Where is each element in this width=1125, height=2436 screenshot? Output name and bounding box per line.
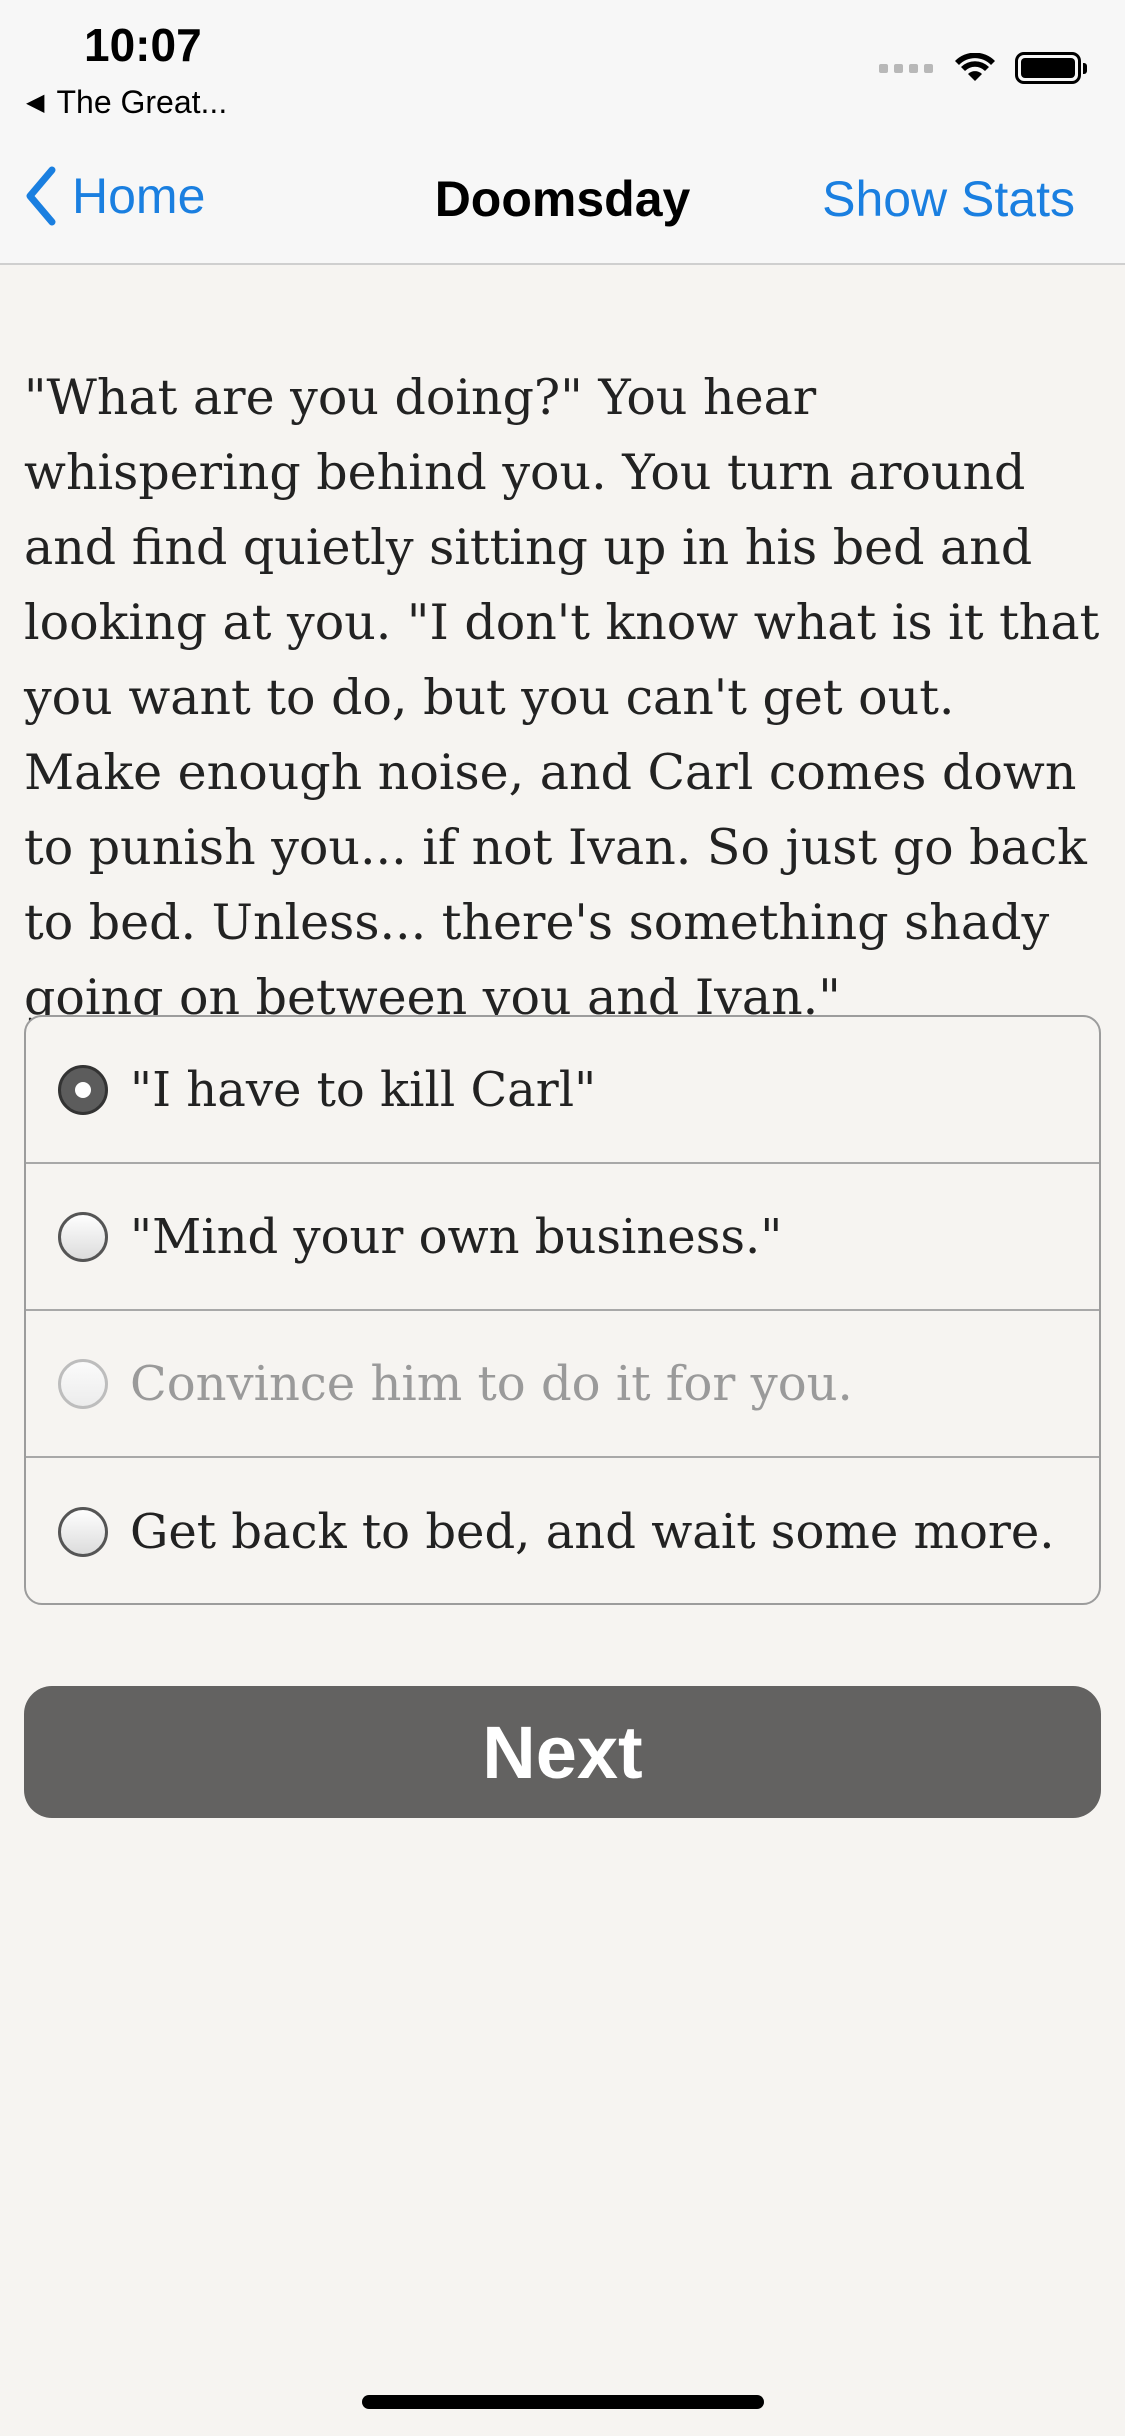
choice-label: Get back to bed, and wait some more. — [130, 1503, 1055, 1560]
choice-option-mind-business[interactable]: "Mind your own business." — [26, 1164, 1099, 1311]
battery-icon — [1015, 52, 1087, 84]
status-time: 10:07 — [84, 19, 202, 71]
choice-option-back-to-bed[interactable]: Get back to bed, and wait some more. — [26, 1458, 1099, 1603]
radio-selected-icon[interactable] — [58, 1064, 108, 1115]
home-indicator[interactable] — [362, 2395, 764, 2409]
wifi-icon — [955, 53, 995, 81]
choice-option-kill-carl[interactable]: "I have to kill Carl" — [26, 1017, 1099, 1164]
back-triangle-icon: ◀ — [26, 89, 45, 116]
back-app-label: The Great... — [56, 84, 228, 120]
radio-icon[interactable] — [58, 1506, 108, 1557]
radio-icon[interactable] — [58, 1211, 108, 1262]
next-button[interactable]: Next — [24, 1686, 1101, 1818]
status-icons — [879, 52, 1087, 84]
choice-option-convince: Convince him to do it for you. — [26, 1311, 1099, 1458]
navigation-bar: Home Doomsday Show Stats — [0, 130, 1125, 265]
cellular-signal-icon — [879, 63, 933, 73]
status-bar: 10:07 ◀ The Great... — [0, 0, 1125, 130]
show-stats-button[interactable]: Show Stats — [822, 170, 1075, 228]
choice-label: Convince him to do it for you. — [130, 1355, 853, 1412]
story-text: "What are you doing?" You hear whisperin… — [24, 369, 1100, 1026]
choice-label: "Mind your own business." — [130, 1208, 783, 1265]
choice-label: "I have to kill Carl" — [130, 1061, 597, 1118]
radio-disabled-icon — [58, 1358, 108, 1409]
choice-list: "I have to kill Carl" "Mind your own bus… — [24, 1015, 1101, 1605]
back-to-app-link[interactable]: ◀ The Great... — [26, 84, 227, 121]
